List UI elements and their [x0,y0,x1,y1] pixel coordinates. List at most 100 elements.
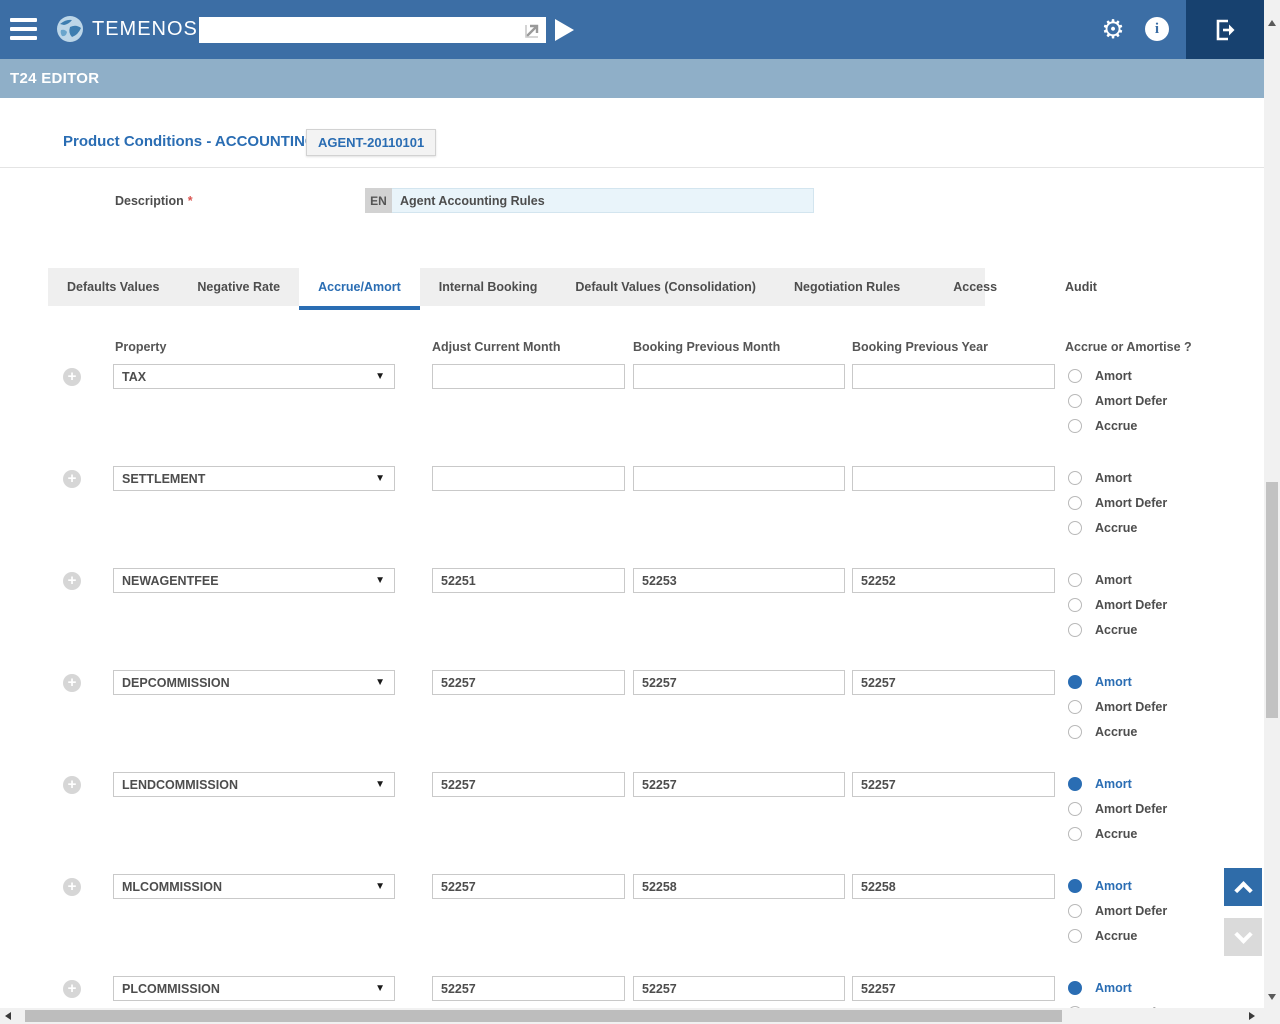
adjust-current-month-input[interactable] [432,568,625,593]
record-id-badge: AGENT-20110101 [306,129,436,156]
adjust-current-month-input[interactable] [432,976,625,1001]
hamburger-menu-icon[interactable] [10,18,37,41]
tab-accrue-amort[interactable]: Accrue/Amort [299,268,420,306]
radio-label: Accrue [1095,419,1137,433]
scrollbar-up-arrow-icon[interactable] [1268,20,1276,26]
booking-previous-month-input[interactable] [633,466,845,491]
booking-previous-year-input[interactable] [852,466,1055,491]
accrue-amortise-radio-group: Amort Amort Defer Accrue [1068,675,1167,750]
booking-previous-month-input[interactable] [633,772,845,797]
settings-gear-icon[interactable]: ⚙ [1099,15,1127,43]
radio-circle-icon [1068,369,1082,383]
tab-negotiation-rules[interactable]: Negotiation Rules [775,268,919,306]
booking-previous-month-input[interactable] [633,976,845,1001]
add-row-button[interactable]: + [63,572,81,590]
radio-accrue[interactable]: Accrue [1068,419,1167,433]
add-row-button[interactable]: + [63,674,81,692]
scroll-to-top-button[interactable] [1224,868,1262,906]
radio-circle-icon [1068,419,1082,433]
radio-label: Amort [1095,981,1132,995]
tab-defaults-values[interactable]: Defaults Values [48,268,178,306]
run-command-button[interactable] [555,19,574,41]
horizontal-scrollbar[interactable] [0,1008,1264,1024]
add-row-button[interactable]: + [63,470,81,488]
search-input[interactable] [199,17,523,43]
tab-access[interactable]: Access [919,268,1031,306]
radio-amort-defer[interactable]: Amort Defer [1068,598,1167,612]
radio-amort-defer[interactable]: Amort Defer [1068,904,1167,918]
radio-accrue[interactable]: Accrue [1068,623,1167,637]
property-select[interactable]: DEPCOMMISSION▼ [113,670,395,695]
property-select[interactable]: MLCOMMISSION▼ [113,874,395,899]
property-select[interactable]: SETTLEMENT▼ [113,466,395,491]
app-title: T24 EDITOR [10,70,99,87]
booking-previous-year-input[interactable] [852,874,1055,899]
booking-previous-month-input[interactable] [633,670,845,695]
radio-circle-icon [1068,981,1082,995]
sign-out-button[interactable] [1186,0,1264,59]
adjust-current-month-input[interactable] [432,772,625,797]
booking-previous-year-input[interactable] [852,772,1055,797]
tab-audit[interactable]: Audit [1031,268,1131,306]
scrollbar-left-arrow-icon[interactable] [5,1012,11,1020]
booking-previous-month-input[interactable] [633,364,845,389]
radio-amort-defer[interactable]: Amort Defer [1068,394,1167,408]
radio-amort[interactable]: Amort [1068,879,1167,893]
table-row: + TAX▼ Amort Amort Defer Accrue [0,364,1264,466]
add-row-button[interactable]: + [63,980,81,998]
booking-previous-year-input[interactable] [852,976,1055,1001]
radio-label: Accrue [1095,623,1137,637]
info-icon[interactable]: i [1145,17,1169,41]
app-title-bar: T24 EDITOR [0,59,1264,98]
adjust-current-month-input[interactable] [432,466,625,491]
radio-amort[interactable]: Amort [1068,369,1167,383]
radio-amort[interactable]: Amort [1068,777,1167,791]
horizontal-scrollbar-thumb[interactable] [25,1010,1062,1022]
search-go-icon[interactable] [523,20,543,40]
radio-accrue[interactable]: Accrue [1068,521,1167,535]
radio-accrue[interactable]: Accrue [1068,929,1167,943]
add-row-button[interactable]: + [63,776,81,794]
tab-negative-rate[interactable]: Negative Rate [178,268,299,306]
property-select[interactable]: NEWAGENTFEE▼ [113,568,395,593]
column-header-property: Property [115,340,166,354]
radio-amort[interactable]: Amort [1068,471,1167,485]
command-search-box [199,17,546,43]
add-row-button[interactable]: + [63,878,81,896]
scroll-to-bottom-button[interactable] [1224,918,1262,956]
radio-accrue[interactable]: Accrue [1068,725,1167,739]
property-select[interactable]: TAX▼ [113,364,395,389]
vertical-scrollbar[interactable] [1264,0,1280,1008]
tab-internal-booking[interactable]: Internal Booking [420,268,557,306]
booking-previous-year-input[interactable] [852,364,1055,389]
radio-amort[interactable]: Amort [1068,981,1167,995]
adjust-current-month-input[interactable] [432,670,625,695]
description-input[interactable] [392,188,814,213]
booking-previous-year-input[interactable] [852,670,1055,695]
table-row: + DEPCOMMISSION▼ Amort Amort Defer Accrue [0,670,1264,772]
adjust-current-month-input[interactable] [432,364,625,389]
radio-label: Amort Defer [1095,598,1167,612]
scrollbar-down-arrow-icon[interactable] [1268,994,1276,1000]
property-select-value: NEWAGENTFEE [122,574,375,588]
radio-amort-defer[interactable]: Amort Defer [1068,700,1167,714]
chevron-up-icon [1234,881,1252,899]
radio-amort-defer[interactable]: Amort Defer [1068,496,1167,510]
table-row: + NEWAGENTFEE▼ Amort Amort Defer Accrue [0,568,1264,670]
radio-circle-icon [1068,904,1082,918]
radio-amort[interactable]: Amort [1068,573,1167,587]
booking-previous-month-input[interactable] [633,874,845,899]
booking-previous-month-input[interactable] [633,568,845,593]
adjust-current-month-input[interactable] [432,874,625,899]
vertical-scrollbar-thumb[interactable] [1266,482,1278,718]
radio-amort-defer[interactable]: Amort Defer [1068,802,1167,816]
booking-previous-year-input[interactable] [852,568,1055,593]
property-select[interactable]: LENDCOMMISSION▼ [113,772,395,797]
tab-default-values-consolidation[interactable]: Default Values (Consolidation) [556,268,775,306]
dropdown-arrow-icon: ▼ [375,575,385,586]
radio-accrue[interactable]: Accrue [1068,827,1167,841]
add-row-button[interactable]: + [63,368,81,386]
radio-amort[interactable]: Amort [1068,675,1167,689]
scrollbar-right-arrow-icon[interactable] [1249,1012,1255,1020]
property-select[interactable]: PLCOMMISSION▼ [113,976,395,1001]
